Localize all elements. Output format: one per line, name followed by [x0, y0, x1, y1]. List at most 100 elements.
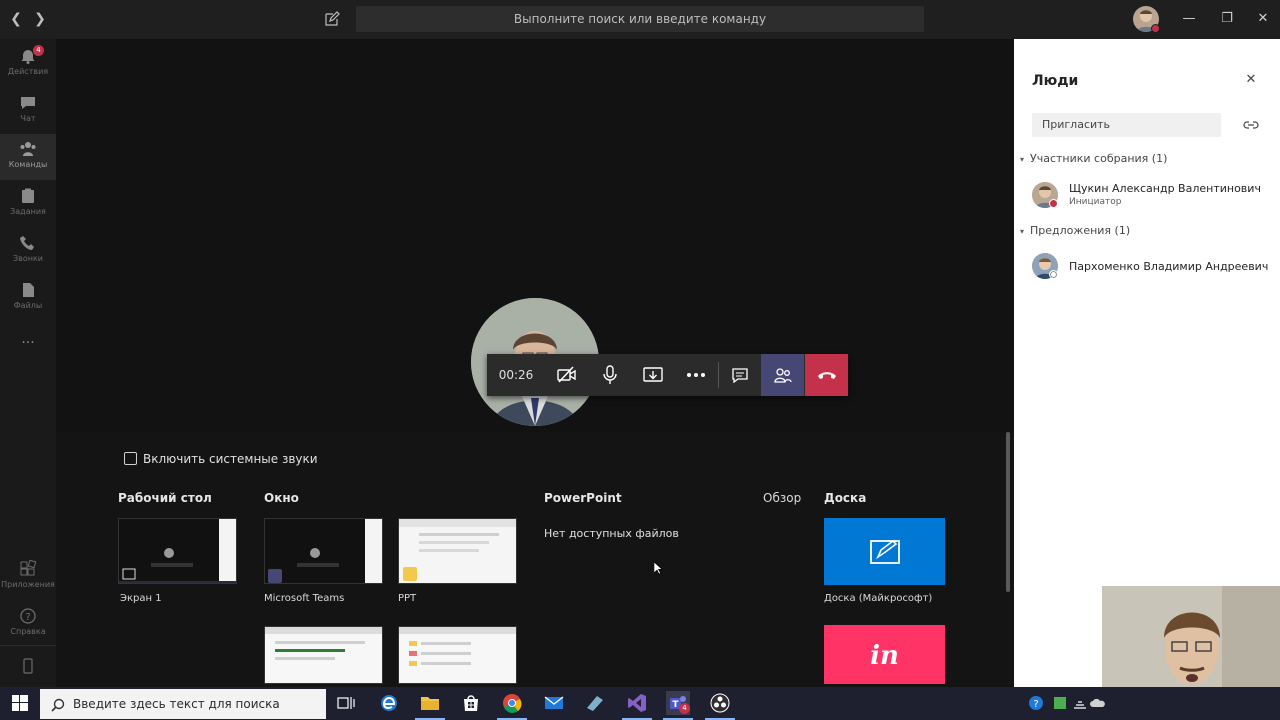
rail-item-more[interactable]: ... — [0, 325, 56, 371]
rail-item-assignments[interactable]: Задания — [0, 181, 56, 227]
microphone-button[interactable] — [588, 354, 631, 396]
window-section-title: Окно — [264, 491, 299, 505]
browse-link[interactable]: Обзор — [763, 491, 801, 505]
participants-section-label: Участники собрания (1) — [1030, 152, 1168, 165]
taskbar-search-icon — [51, 697, 65, 716]
assignments-icon — [22, 188, 34, 203]
teams-badge: 4 — [679, 703, 690, 714]
onedrive-tray-icon[interactable] — [1090, 695, 1106, 715]
camera-off-button[interactable] — [545, 354, 588, 396]
apps-icon — [20, 560, 37, 576]
ppt-window-thumbnail[interactable] — [398, 518, 517, 584]
suggestions-section-label: Предложения (1) — [1030, 224, 1131, 237]
more-actions-button[interactable] — [674, 354, 717, 396]
call-controls-bar: 00:26 — [487, 354, 848, 396]
mobile-icon — [23, 658, 33, 674]
close-window-icon[interactable]: ✕ — [1253, 9, 1273, 29]
invision-logo: in — [870, 641, 899, 671]
show-conversation-button[interactable] — [718, 354, 761, 396]
desktop-section-title: Рабочий стол — [118, 491, 212, 505]
collapse-caret-icon: ▾ — [1020, 155, 1025, 164]
microsoft-whiteboard-tile[interactable] — [824, 518, 945, 585]
rail-label: Действия — [7, 67, 49, 76]
task-view-icon[interactable] — [334, 691, 358, 715]
collapse-caret-icon: ▾ — [1020, 227, 1025, 236]
command-search-box[interactable]: Выполните поиск или введите команду — [356, 6, 924, 32]
teams-window-thumbnail[interactable] — [264, 518, 383, 584]
title-bar: ❮ ❯ Выполните поиск или введите команду … — [0, 0, 1280, 39]
participant-name[interactable]: Щукин Александр Валентинович — [1069, 182, 1261, 195]
system-sound-label: Включить системные звуки — [143, 452, 318, 466]
minimize-icon[interactable]: — — [1179, 9, 1199, 29]
presence-busy-icon — [1049, 199, 1058, 208]
rail-item-calls[interactable]: Звонки — [0, 228, 56, 274]
file-explorer-icon[interactable] — [418, 691, 442, 715]
windows-taskbar: Введите здесь текст для поиска T 4 ? — [0, 687, 1280, 720]
invite-input[interactable]: Пригласить — [1032, 113, 1221, 137]
rail-label: Команды — [8, 160, 48, 169]
tray-scrollbar[interactable] — [1006, 432, 1010, 592]
mouse-cursor-icon — [653, 560, 663, 579]
whiteboard-icon — [869, 539, 900, 564]
conversation-icon — [731, 368, 748, 383]
share-content-button[interactable] — [631, 354, 674, 396]
explorer-window-thumbnail[interactable] — [398, 626, 517, 684]
share-tray-icon — [642, 367, 663, 382]
hang-up-button[interactable] — [805, 354, 848, 396]
edge-browser-icon[interactable] — [377, 691, 401, 715]
system-sound-checkbox[interactable] — [124, 452, 137, 465]
participants-section-header[interactable]: ▾ Участники собрания (1) — [1020, 152, 1167, 165]
obs-icon[interactable] — [708, 691, 732, 715]
ime-tray-icon[interactable] — [1052, 695, 1068, 715]
screen-1-label: Экран 1 — [120, 593, 162, 604]
microphone-icon — [602, 365, 617, 384]
back-arrow-icon[interactable]: ❮ — [7, 10, 25, 28]
presence-busy-icon — [1151, 24, 1160, 33]
suggestion-name[interactable]: Пархоменко Владимир Андреевич — [1069, 260, 1268, 273]
network-tray-icon[interactable] — [1072, 695, 1088, 715]
help-icon: ? — [20, 608, 36, 624]
show-participants-button[interactable] — [761, 354, 804, 396]
rail-label: Приложения — [1, 580, 55, 589]
help-tray-icon[interactable]: ? — [1028, 695, 1044, 715]
teams-window-label: Microsoft Teams — [264, 593, 345, 604]
activity-badge: 4 — [33, 45, 44, 56]
visual-studio-icon[interactable] — [625, 691, 649, 715]
invision-tile[interactable]: in — [824, 625, 945, 684]
screen-1-thumbnail[interactable] — [118, 518, 237, 584]
rail-item-mobile[interactable] — [0, 645, 56, 685]
hang-up-icon — [817, 372, 836, 379]
copy-link-icon[interactable] — [1243, 117, 1259, 136]
mail-icon[interactable] — [542, 691, 566, 715]
chat-icon — [21, 97, 35, 109]
camera-off-icon — [556, 366, 576, 383]
rail-item-files[interactable]: Файлы — [0, 275, 56, 321]
browser-window-thumbnail[interactable] — [264, 626, 383, 684]
rail-item-teams[interactable]: Команды — [0, 134, 56, 180]
suggestions-section-header[interactable]: ▾ Предложения (1) — [1020, 224, 1130, 237]
participant-role: Инициатор — [1069, 197, 1122, 207]
forward-arrow-icon[interactable]: ❯ — [31, 10, 49, 28]
powerpoint-section-title: PowerPoint — [544, 491, 622, 505]
rail-item-activity[interactable]: Действия 4 — [0, 41, 56, 87]
rail-label: Звонки — [13, 254, 43, 263]
more-icon: ... — [21, 331, 35, 347]
files-icon — [23, 283, 34, 297]
windows-start-icon[interactable] — [8, 691, 32, 715]
close-panel-icon[interactable]: ✕ — [1244, 73, 1258, 87]
people-panel-title: Люди — [1032, 73, 1079, 89]
svg-text:?: ? — [25, 612, 30, 623]
rail-item-help[interactable]: ? Справка — [0, 601, 56, 647]
chrome-icon[interactable] — [500, 691, 524, 715]
whiteboard-section-title: Доска — [824, 491, 867, 505]
rail-item-chat[interactable]: Чат — [0, 88, 56, 134]
app-icon[interactable] — [583, 691, 607, 715]
store-icon[interactable] — [459, 691, 483, 715]
restore-icon[interactable]: ❐ — [1217, 9, 1237, 29]
taskbar-search-input[interactable]: Введите здесь текст для поиска — [40, 689, 326, 719]
more-dots-icon — [686, 373, 705, 377]
new-chat-icon[interactable] — [324, 11, 340, 27]
participants-icon — [773, 368, 792, 383]
whiteboard-label: Доска (Майкрософт) — [824, 593, 933, 604]
rail-item-apps[interactable]: Приложения — [0, 554, 56, 600]
